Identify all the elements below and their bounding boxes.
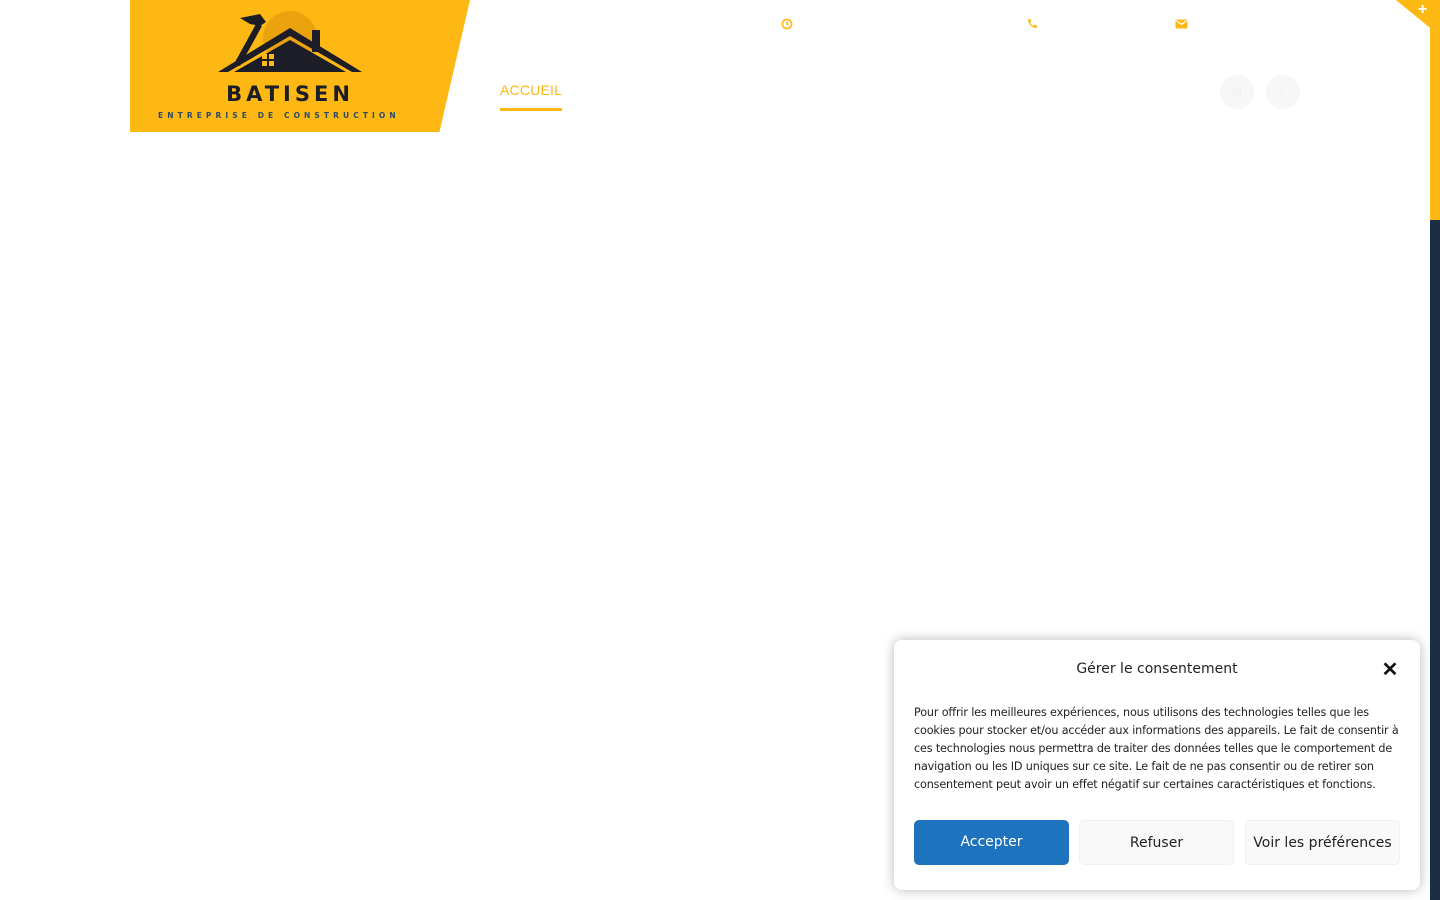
house-hammer-logo-icon (218, 11, 362, 72)
cart-button[interactable]: ▤ (1220, 75, 1254, 109)
consent-title: Gérer le consentement (1076, 661, 1238, 677)
refuse-button[interactable]: Refuser (1079, 820, 1234, 865)
clock-icon (780, 18, 794, 34)
nav-item-accueil[interactable]: ACCUEIL (500, 82, 563, 111)
phone-icon[interactable] (1025, 18, 1039, 34)
search-icon: ⌕ (1279, 86, 1287, 98)
search-button[interactable]: ⌕ (1266, 75, 1300, 109)
cart-icon: ▤ (1231, 86, 1243, 98)
side-panel-toggle[interactable]: + (1396, 0, 1440, 36)
logo-name: BATISEN (226, 82, 354, 106)
close-icon[interactable]: ✕ (1379, 659, 1401, 681)
logo-tagline: ENTREPRISE DE CONSTRUCTION (158, 111, 400, 120)
preferences-button[interactable]: Voir les préférences (1245, 820, 1400, 865)
cookie-consent-dialog: Gérer le consentement ✕ Pour offrir les … (894, 640, 1420, 890)
consent-message: Pour offrir les meilleures expériences, … (914, 706, 1399, 791)
envelope-icon[interactable] (1174, 18, 1188, 34)
accept-button[interactable]: Accepter (914, 820, 1069, 865)
plus-icon: + (1418, 1, 1428, 18)
site-logo[interactable]: BATISEN ENTREPRISE DE CONSTRUCTION (130, 0, 470, 132)
